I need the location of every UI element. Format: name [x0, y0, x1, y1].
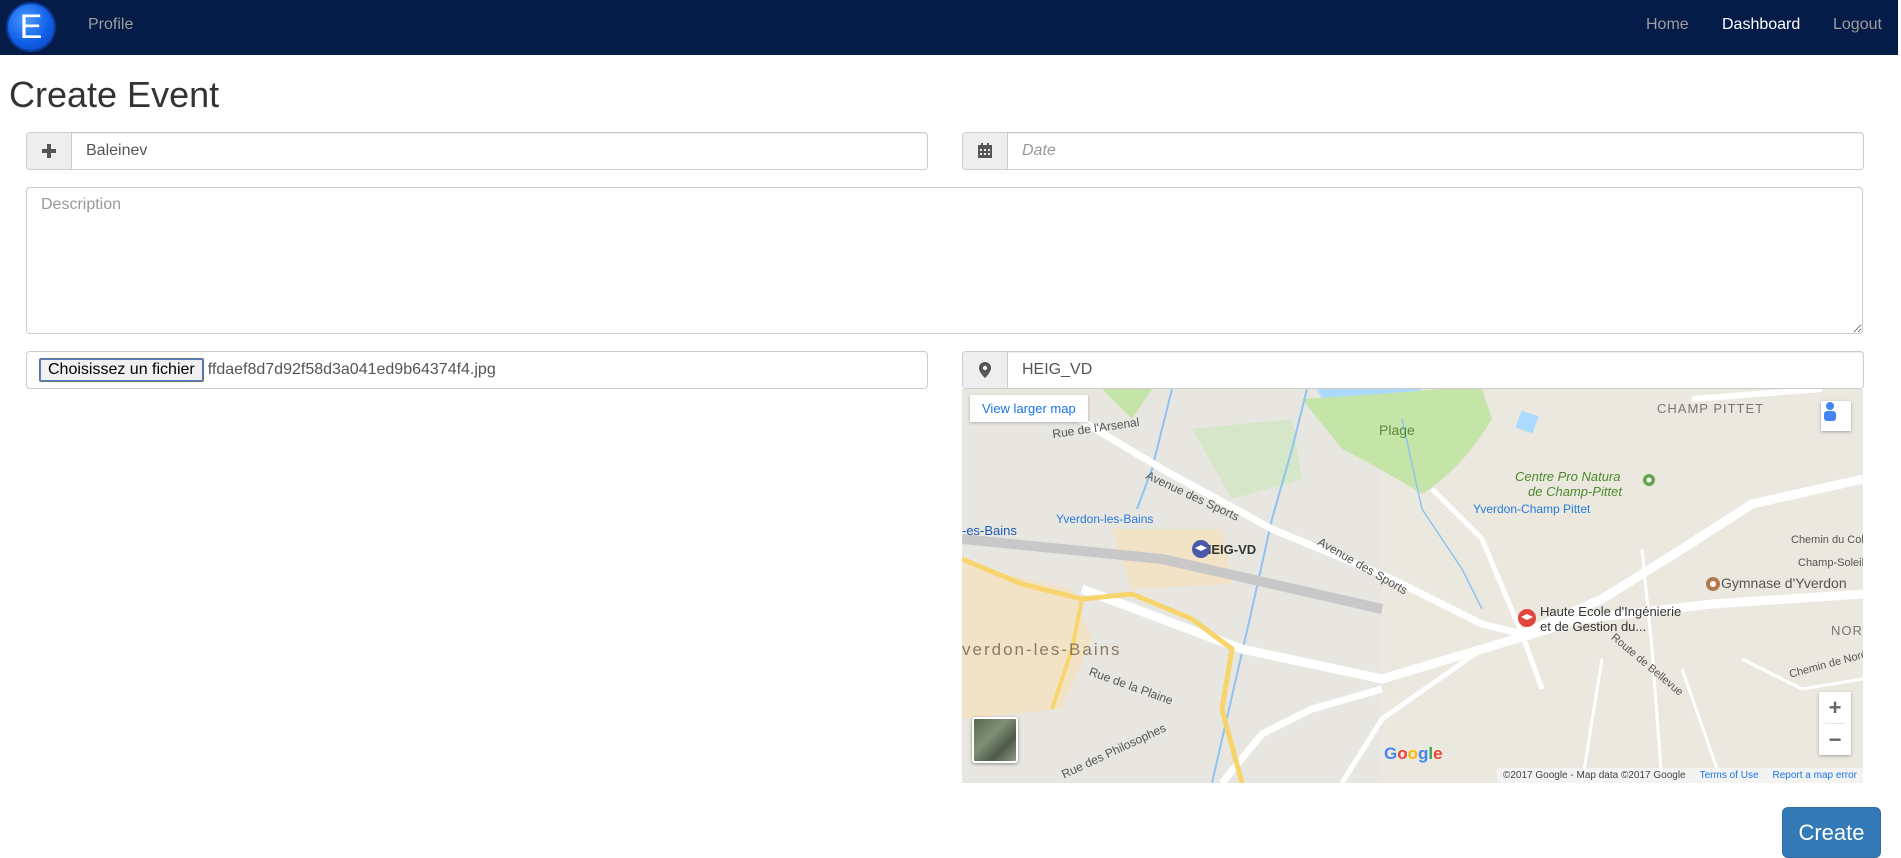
map-report-link[interactable]: Report a map error [1773, 770, 1857, 781]
event-name-group [26, 132, 928, 170]
event-location-group [962, 351, 1864, 389]
map-label-chemin-du-college: Chemin du College [1791, 534, 1863, 546]
navbar: E Profile Home Dashboard Logout [0, 0, 1898, 55]
map-label-de-champ-pittet: de Champ-Pittet [1528, 484, 1622, 499]
map-label-nor: NOR [1831, 623, 1863, 638]
map-label-les-bains: -es-Bains [962, 523, 1017, 538]
nav-dashboard-link[interactable]: Dashboard [1722, 16, 1800, 34]
zoom-out-button[interactable]: − [1819, 724, 1851, 755]
map-label-centre-pro-natura: Centre Pro Natura [1515, 469, 1621, 484]
map-terms-link[interactable]: Terms of Use [1700, 770, 1759, 781]
map-label-haute-ecole-2: et de Gestion du... [1540, 619, 1647, 634]
nav-logout-link[interactable]: Logout [1833, 16, 1882, 34]
heig-vd-marker-icon[interactable] [1191, 539, 1211, 559]
calendar-icon [963, 133, 1008, 169]
satellite-view-toggle[interactable] [972, 717, 1018, 763]
map-copyright: ©2017 Google - Map data ©2017 Google [1502, 770, 1686, 781]
street-view-pegman-icon[interactable] [1821, 401, 1851, 431]
page-title: Create Event [9, 74, 220, 115]
map-label-gymnase: Gymnase d'Yverdon [1721, 575, 1847, 591]
create-button[interactable]: Create [1782, 807, 1881, 858]
view-larger-map-link[interactable]: View larger map [970, 395, 1088, 422]
file-name: ffdaef8d7d92f58d3a041ed9b64374f4.jpg [207, 361, 496, 378]
pro-natura-marker-icon[interactable] [1642, 473, 1656, 487]
haute-ecole-marker-icon[interactable] [1517, 608, 1537, 628]
map-label-yverdon-les-bains: verdon-les-Bains [962, 640, 1122, 659]
map-label-champ-pittet: CHAMP PITTET [1657, 401, 1765, 416]
file-upload-group: Choisissez un fichier ffdaef8d7d92f58d3a… [26, 351, 928, 389]
gymnase-marker-icon[interactable] [1705, 576, 1721, 592]
nav-home-link[interactable]: Home [1646, 16, 1689, 34]
zoom-in-button[interactable]: + [1819, 692, 1851, 723]
map-footer: ©2017 Google - Map data ©2017 Google Ter… [1496, 768, 1863, 783]
event-date-group [962, 132, 1864, 170]
event-description-input[interactable] [26, 187, 1863, 334]
plus-icon [27, 133, 72, 169]
event-date-input[interactable] [1008, 133, 1863, 169]
google-logo: Google [1384, 744, 1443, 763]
location-map[interactable]: View larger map CHAMP PITTET Plage Centr… [962, 389, 1863, 783]
map-label-yverdon-station: Yverdon-les-Bains [1056, 512, 1154, 526]
map-label-plage: Plage [1379, 422, 1415, 438]
map-label-haute-ecole-1: Haute Ecole d'Ingénierie [1540, 604, 1682, 619]
event-location-input[interactable] [1008, 352, 1863, 388]
map-marker-icon [963, 352, 1008, 388]
map-label-yverdon-champ-pittet: Yverdon-Champ Pittet [1473, 502, 1591, 516]
map-label-champ-soleil: Champ-Soleil [1798, 557, 1863, 569]
brand-logo[interactable]: E [8, 4, 54, 50]
zoom-control: + − [1819, 692, 1851, 755]
choose-file-button[interactable]: Choisissez un fichier [39, 358, 204, 382]
event-name-input[interactable] [72, 133, 927, 169]
nav-profile-link[interactable]: Profile [88, 16, 133, 34]
